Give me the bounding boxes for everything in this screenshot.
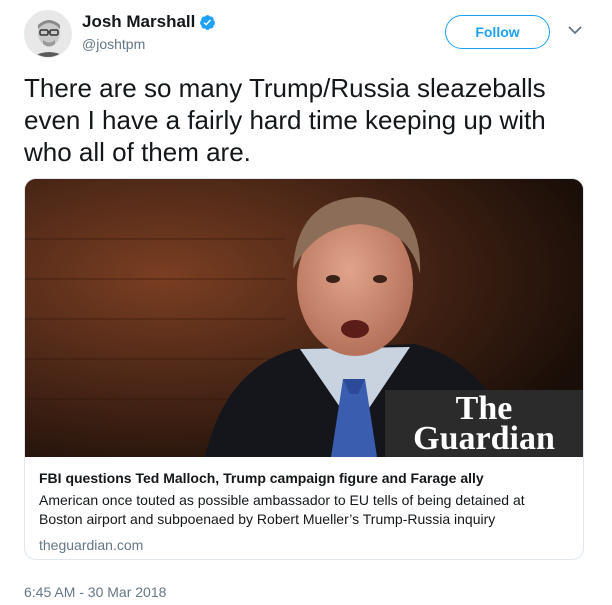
link-card[interactable]: The Guardian FBI questions Ted Malloch, … [24,178,584,560]
chevron-down-icon[interactable] [568,25,582,35]
card-title[interactable]: FBI questions Ted Malloch, Trump campaig… [39,469,569,487]
display-name[interactable]: Josh Marshall [82,12,195,32]
user-handle[interactable]: @joshtpm [82,36,216,52]
tweet-timestamp[interactable]: 6:45 AM - 30 Mar 2018 [24,584,166,600]
avatar[interactable] [24,10,72,58]
tweet-text: There are so many Trump/Russia sleazebal… [24,73,546,167]
name-row: Josh Marshall [82,12,216,32]
card-image[interactable]: The Guardian [25,179,583,457]
verified-badge-icon [200,14,216,30]
card-body[interactable]: FBI questions Ted Malloch, Trump campaig… [25,457,583,553]
user-avatar-icon [25,11,71,57]
author-info: Josh Marshall @joshtpm [82,12,216,52]
guardian-logo: The Guardian [385,390,583,457]
logo-line-2: Guardian [413,420,555,457]
card-domain: theguardian.com [39,537,144,553]
card-description: American once touted as possible ambassa… [39,492,525,527]
follow-button[interactable]: Follow [445,15,550,49]
tweet-header: Josh Marshall @joshtpm Follow [0,0,612,64]
